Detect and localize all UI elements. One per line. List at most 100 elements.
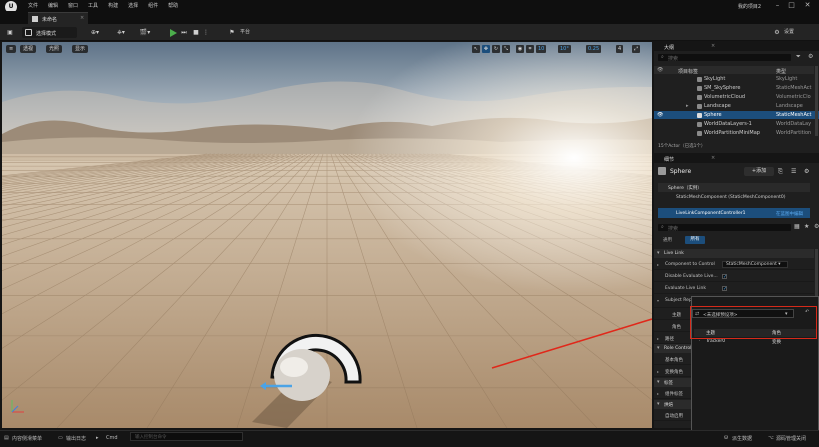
menu-help[interactable]: 帮助 [168, 2, 178, 9]
show-button[interactable]: 显示 [72, 45, 89, 53]
platform-menu[interactable]: 平台 [240, 28, 250, 35]
details-tab[interactable]: 细节 × [654, 154, 819, 163]
outliner-scrollbar[interactable] [815, 66, 818, 136]
lit-mode-button[interactable]: 光照 [46, 45, 63, 53]
world-space-icon[interactable]: ◉ [516, 45, 524, 53]
outliner-row-selected[interactable]: 👁 Sphere StaticMeshAct [654, 111, 819, 119]
close-tab-icon[interactable]: × [80, 15, 84, 21]
filter-all-tab[interactable]: 所有 [685, 236, 705, 244]
details-search-input[interactable]: ⌕ 搜索 [658, 224, 791, 232]
viewport-menu-icon[interactable]: ≡ [6, 45, 17, 53]
cinematics-icon[interactable]: 🎬▾ [136, 27, 154, 38]
component-tree-item-selected[interactable]: LiveLinkComponentController1 在蓝图中编辑 [658, 208, 810, 218]
content-drawer-button[interactable]: 内容侧滑菜单 [12, 435, 42, 442]
menu-build[interactable]: 构建 [108, 2, 118, 9]
level-tab[interactable]: 未命名 × [28, 12, 88, 24]
add-component-button[interactable]: +添加 [744, 167, 774, 176]
details-settings-icon[interactable]: ⚙ [804, 168, 809, 175]
output-log-icon[interactable]: ▭ [58, 435, 63, 441]
outliner-row[interactable]: VolumetricCloud VolumetricClo [654, 93, 819, 101]
step-icon[interactable]: ⏭ [180, 27, 188, 38]
disable-eval-checkbox[interactable]: ✓ [722, 274, 727, 280]
evaluate-livelink-checkbox[interactable]: ✓ [722, 286, 727, 292]
outliner-search-input[interactable]: ⌕ 搜索 [658, 54, 791, 62]
grid-snap-value[interactable]: 10 [536, 45, 547, 53]
perspective-button[interactable]: 透视 [20, 45, 37, 53]
minimize-icon[interactable]: – [772, 1, 783, 10]
menu-edit[interactable]: 编辑 [48, 2, 58, 9]
property-label: Component to Control [665, 262, 715, 267]
output-log-button[interactable]: 输出日志 [66, 435, 86, 442]
console-command-input[interactable]: 输入控制台命令 [130, 432, 243, 441]
filter-general-tab[interactable]: 通用 [663, 237, 672, 243]
camera-speed[interactable]: 4 [616, 45, 624, 53]
filter-icon[interactable]: ⏷ [796, 53, 801, 61]
edit-in-blueprint-link[interactable]: 在蓝图中编辑 [776, 211, 803, 217]
subject-table-row[interactable]: · Tracker0 变换 [694, 338, 816, 346]
outliner-row[interactable]: ▸ Landscape Landscape [654, 102, 819, 110]
platform-icon[interactable]: ⚑ [228, 27, 236, 38]
select-tool-icon[interactable]: ↖ [472, 45, 480, 53]
menu-select[interactable]: 选择 [128, 2, 138, 9]
expand-arrow-icon[interactable]: ▸ [657, 369, 659, 374]
component-list-icon[interactable]: ☰ [791, 168, 796, 175]
settings-button[interactable]: 设置 [784, 28, 794, 35]
rotation-snap-value[interactable]: 10° [558, 45, 571, 53]
level-viewport[interactable]: ≡ 透视 光照 显示 ↖ ✥ ↻ ⤡ ◉ ⌗ 10 10° 0.25 4 ⤢ [2, 42, 652, 428]
outliner-row-name: WorldDataLayers-1 [704, 121, 752, 127]
source-control-button[interactable]: 源码管理关闭 [776, 435, 806, 442]
cmd-selector[interactable]: Cmd [106, 435, 118, 441]
outliner-row[interactable]: WorldPartitionMiniMap WorldPartition [654, 129, 819, 137]
surface-snap-icon[interactable]: ⌗ [526, 45, 534, 53]
gear-icon[interactable]: ⚙ [772, 27, 782, 38]
close-icon[interactable]: ✕ [802, 1, 813, 10]
component-tree-item[interactable]: StaticMeshComponent (StaticMeshComponent… [658, 193, 810, 202]
close-outliner-icon[interactable]: × [711, 43, 715, 49]
visibility-icon[interactable]: 👁 [657, 112, 663, 118]
property-matrix-icon[interactable]: ▦ [794, 223, 800, 230]
play-button[interactable] [168, 27, 178, 38]
details-options-icon[interactable]: ⚙ [814, 223, 819, 230]
expand-arrow-icon[interactable]: ▸ [657, 262, 659, 267]
content-drawer-icon[interactable]: ▤ [4, 435, 9, 441]
document-tab-bar [0, 11, 819, 24]
outliner-row[interactable]: SM_SkySphere StaticMeshAct [654, 84, 819, 92]
actor-name[interactable]: Sphere [670, 168, 691, 175]
expand-arrow-icon[interactable]: ▸ [657, 336, 659, 341]
add-actor-icon[interactable]: ⊕▾ [86, 27, 104, 38]
play-options-icon[interactable]: ⋮ [202, 27, 210, 38]
scale-snap-value[interactable]: 0.25 [586, 45, 602, 53]
component-tree-root[interactable]: Sphere（实例） [658, 183, 810, 192]
section-livelink[interactable]: ▾ Live Link [654, 249, 814, 258]
terminal-icon: ▸ [96, 435, 99, 441]
rotate-tool-icon[interactable]: ↻ [492, 45, 500, 53]
select-mode-dropdown[interactable]: 选择模式 [22, 27, 77, 38]
blueprint-convert-icon[interactable]: ⎘ [778, 168, 783, 176]
expand-arrow-icon[interactable]: ▸ [686, 103, 689, 109]
scale-tool-icon[interactable]: ⤡ [502, 45, 510, 53]
collapse-arrow-icon[interactable]: ▾ [657, 298, 659, 303]
project-name: 我的项目2 [737, 4, 761, 10]
menu-actor[interactable]: 组件 [148, 2, 158, 9]
stop-icon[interactable]: ■ [192, 27, 200, 38]
outliner-column-type[interactable]: 类型 [776, 68, 786, 75]
expand-arrow-icon[interactable]: ▸ [657, 391, 659, 396]
outliner-tab[interactable]: 大纲 × [654, 42, 819, 51]
blueprint-icon[interactable]: ⎈▾ [112, 27, 130, 38]
menu-window[interactable]: 窗口 [68, 2, 78, 9]
maximize-viewport-icon[interactable]: ⤢ [632, 45, 640, 53]
menu-tools[interactable]: 工具 [88, 2, 98, 9]
outliner-row[interactable]: WorldDataLayers-1 WorldDataLay [654, 120, 819, 128]
search-icon: ⌕ [661, 224, 664, 230]
maximize-icon[interactable]: □ [786, 1, 797, 10]
component-to-control-dropdown[interactable]: StaticMeshComponent ▾ [722, 261, 788, 268]
outliner-settings-icon[interactable]: ⚙ [808, 53, 813, 60]
favorites-star-icon[interactable]: ★ [804, 223, 809, 230]
close-details-icon[interactable]: × [711, 155, 715, 161]
menu-file[interactable]: 文件 [28, 2, 38, 9]
save-icon[interactable]: ▣ [5, 27, 15, 38]
outliner-column-label[interactable]: 项目标签 [678, 68, 698, 75]
outliner-row[interactable]: SkyLight SkyLight [654, 75, 819, 83]
translate-tool-icon[interactable]: ✥ [482, 45, 490, 53]
derived-data-button[interactable]: 派生数据 [732, 435, 752, 442]
